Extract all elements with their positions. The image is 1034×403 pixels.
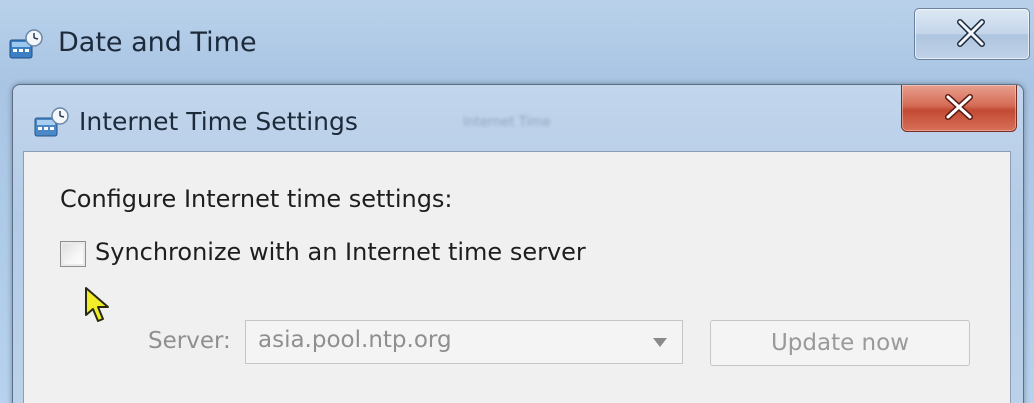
- dialog-close-button[interactable]: [901, 85, 1017, 132]
- server-combobox[interactable]: asia.pool.ntp.org: [245, 320, 683, 364]
- outer-close-button[interactable]: [914, 8, 1030, 60]
- chevron-down-icon[interactable]: [638, 321, 682, 363]
- server-label: Server:: [148, 328, 231, 354]
- settings-heading: Configure Internet time settings:: [60, 185, 453, 213]
- close-icon: [957, 19, 985, 47]
- outer-titlebar[interactable]: Date and Time: [0, 0, 1034, 84]
- server-value: asia.pool.ntp.org: [258, 327, 452, 353]
- background-tab-label: Internet Time: [463, 115, 551, 130]
- clock-globe-icon: [8, 28, 46, 62]
- dialog-client-area: Configure Internet time settings: Synchr…: [23, 151, 1011, 403]
- close-icon: [945, 94, 973, 120]
- outer-window-title: Date and Time: [58, 27, 257, 58]
- dialog-title: Internet Time Settings: [79, 107, 358, 136]
- mouse-cursor-icon: [82, 285, 116, 325]
- sync-checkbox[interactable]: [60, 241, 86, 267]
- update-now-button[interactable]: Update now: [710, 320, 970, 366]
- internet-time-settings-dialog: Internet Time Settings Internet Time Con…: [12, 84, 1024, 403]
- clock-globe-icon: [33, 106, 73, 140]
- sync-checkbox-label[interactable]: Synchronize with an Internet time server: [95, 238, 586, 266]
